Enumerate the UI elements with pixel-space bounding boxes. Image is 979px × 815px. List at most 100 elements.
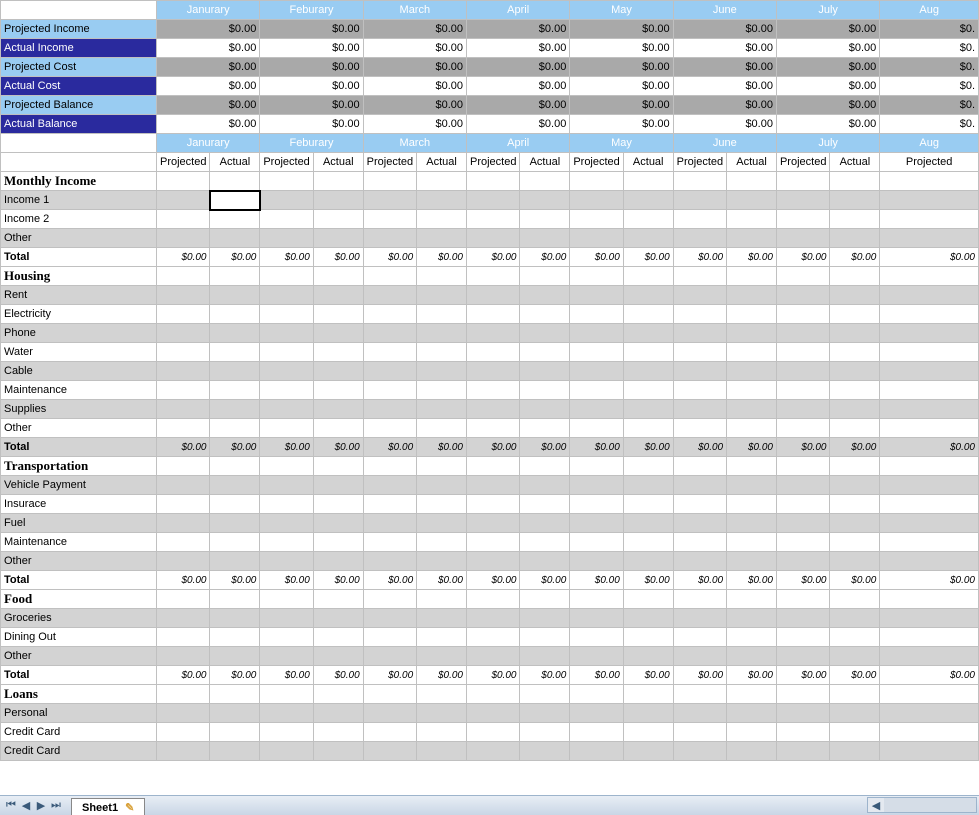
- cell[interactable]: [830, 362, 880, 381]
- cell[interactable]: [363, 495, 416, 514]
- item-label[interactable]: Income 2: [1, 210, 157, 229]
- cell[interactable]: [520, 647, 570, 666]
- item-label[interactable]: Maintenance: [1, 533, 157, 552]
- cell[interactable]: [466, 742, 519, 761]
- summary-label[interactable]: Actual Cost: [1, 77, 157, 96]
- cell[interactable]: [157, 419, 210, 438]
- cell[interactable]: [313, 324, 363, 343]
- month-header[interactable]: June: [673, 1, 776, 20]
- summary-cell[interactable]: $0.00: [157, 58, 260, 77]
- cell[interactable]: [210, 590, 260, 609]
- cell[interactable]: [520, 609, 570, 628]
- cell[interactable]: [623, 533, 673, 552]
- cell[interactable]: [313, 476, 363, 495]
- cell[interactable]: [363, 742, 416, 761]
- cell[interactable]: [623, 267, 673, 286]
- summary-cell[interactable]: $0.: [880, 115, 979, 134]
- cell[interactable]: [570, 590, 623, 609]
- cell[interactable]: [623, 628, 673, 647]
- total-cell[interactable]: $0.00: [727, 571, 777, 590]
- cell[interactable]: [727, 419, 777, 438]
- cell[interactable]: [570, 210, 623, 229]
- cell[interactable]: [260, 419, 313, 438]
- summary-cell[interactable]: $0.00: [673, 39, 776, 58]
- total-cell[interactable]: $0.00: [880, 666, 979, 685]
- cell[interactable]: [776, 742, 829, 761]
- cell[interactable]: [830, 723, 880, 742]
- summary-cell[interactable]: $0.00: [466, 20, 569, 39]
- cell[interactable]: [673, 552, 726, 571]
- summary-cell[interactable]: $0.00: [363, 20, 466, 39]
- cell[interactable]: [417, 742, 467, 761]
- cell[interactable]: [417, 400, 467, 419]
- cell[interactable]: [673, 324, 726, 343]
- cell[interactable]: [673, 229, 726, 248]
- cell[interactable]: [520, 381, 570, 400]
- cell[interactable]: [157, 400, 210, 419]
- cell[interactable]: [417, 381, 467, 400]
- total-cell[interactable]: $0.00: [210, 248, 260, 267]
- cell[interactable]: [260, 172, 313, 191]
- total-cell[interactable]: $0.00: [417, 248, 467, 267]
- cell[interactable]: [520, 533, 570, 552]
- cell[interactable]: [363, 514, 416, 533]
- item-label[interactable]: Electricity: [1, 305, 157, 324]
- cell[interactable]: [466, 400, 519, 419]
- month-header[interactable]: Janurary: [157, 134, 260, 153]
- cell[interactable]: [880, 362, 979, 381]
- cell[interactable]: [776, 305, 829, 324]
- cell[interactable]: [260, 704, 313, 723]
- cell[interactable]: [830, 495, 880, 514]
- cell[interactable]: [466, 590, 519, 609]
- cell[interactable]: [260, 343, 313, 362]
- cell[interactable]: [673, 400, 726, 419]
- cell[interactable]: [727, 590, 777, 609]
- month-header[interactable]: Janurary: [157, 1, 260, 20]
- cell[interactable]: [570, 419, 623, 438]
- cell[interactable]: [673, 704, 726, 723]
- cell[interactable]: [157, 685, 210, 704]
- cell[interactable]: [417, 457, 467, 476]
- cell[interactable]: [623, 419, 673, 438]
- cell[interactable]: [880, 400, 979, 419]
- cell[interactable]: [157, 343, 210, 362]
- cell[interactable]: [417, 191, 467, 210]
- item-label[interactable]: Income 1: [1, 191, 157, 210]
- cell[interactable]: [210, 324, 260, 343]
- cell[interactable]: [570, 609, 623, 628]
- cell[interactable]: [727, 533, 777, 552]
- cell[interactable]: [570, 400, 623, 419]
- cell[interactable]: [520, 685, 570, 704]
- cell[interactable]: [210, 267, 260, 286]
- cell[interactable]: [363, 324, 416, 343]
- summary-cell[interactable]: $0.00: [673, 58, 776, 77]
- cell[interactable]: [673, 343, 726, 362]
- item-label[interactable]: Other: [1, 229, 157, 248]
- cell[interactable]: [417, 286, 467, 305]
- cell[interactable]: [210, 742, 260, 761]
- cell[interactable]: [260, 362, 313, 381]
- cell[interactable]: [880, 647, 979, 666]
- cell[interactable]: [880, 476, 979, 495]
- cell[interactable]: [520, 495, 570, 514]
- summary-cell[interactable]: $0.00: [673, 20, 776, 39]
- cell[interactable]: [313, 647, 363, 666]
- cell[interactable]: [623, 400, 673, 419]
- cell[interactable]: [727, 552, 777, 571]
- cell[interactable]: [417, 362, 467, 381]
- cell[interactable]: [727, 267, 777, 286]
- cell[interactable]: [466, 609, 519, 628]
- cell[interactable]: [313, 343, 363, 362]
- cell[interactable]: [466, 362, 519, 381]
- cell[interactable]: [313, 628, 363, 647]
- cell[interactable]: [313, 495, 363, 514]
- cell[interactable]: [623, 457, 673, 476]
- cell[interactable]: [570, 628, 623, 647]
- cell[interactable]: [363, 609, 416, 628]
- sub-header[interactable]: Actual: [830, 153, 880, 172]
- cell[interactable]: [210, 229, 260, 248]
- cell[interactable]: [313, 362, 363, 381]
- scroll-left-icon[interactable]: ◀: [868, 798, 884, 812]
- cell[interactable]: [363, 647, 416, 666]
- total-cell[interactable]: $0.00: [260, 571, 313, 590]
